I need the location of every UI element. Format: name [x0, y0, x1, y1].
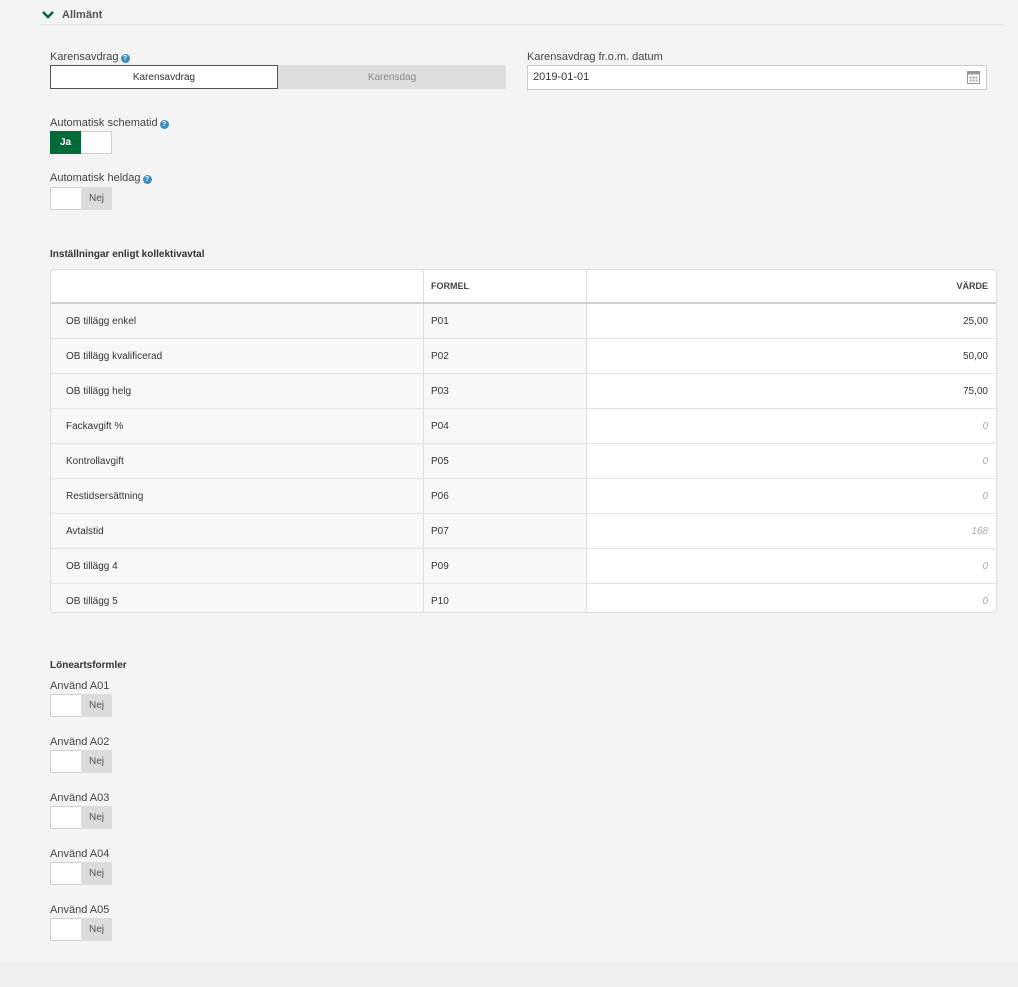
lonearts-toggle[interactable]: Nej — [50, 918, 112, 941]
row-name: Kontrollavgift — [51, 444, 424, 478]
lonearts-label: Använd A04 — [50, 848, 110, 860]
toggle-knob — [50, 806, 81, 829]
row-value-cell[interactable]: 25,00 — [587, 304, 996, 338]
table-row: Restidsersättning P06 0 — [51, 479, 996, 514]
help-icon[interactable]: ? — [120, 54, 130, 63]
table-row: Kontrollavgift P05 0 — [51, 444, 996, 479]
section-title: Allmänt — [62, 9, 103, 21]
row-value-cell[interactable]: 0 — [587, 444, 996, 478]
auto-schematid-toggle[interactable]: Ja — [50, 131, 112, 154]
row-name: OB tillägg 5 — [51, 584, 424, 612]
toggle-knob — [50, 187, 81, 210]
table-row: OB tillägg kvalificerad P02 50,00 — [51, 339, 996, 374]
column-header-formel: FORMEL — [424, 270, 587, 302]
lonearts-toggle[interactable]: Nej — [50, 694, 112, 717]
karens-date-input[interactable]: 2019-01-01 — [527, 65, 987, 90]
row-value-input[interactable]: 50,00 — [587, 351, 988, 362]
loneartsformler-heading: Löneartsformler — [50, 660, 127, 671]
table-row: OB tillägg 4 P09 0 — [51, 549, 996, 584]
toggle-knob — [50, 750, 81, 773]
segment-karensdag[interactable]: Karensdag — [278, 65, 506, 89]
row-formula: P07 — [424, 514, 587, 548]
auto-schematid-label-text: Automatisk schematid — [50, 117, 158, 129]
row-value-cell[interactable]: 75,00 — [587, 374, 996, 408]
row-value-input[interactable]: 168 — [587, 526, 988, 537]
toggle-knob — [50, 862, 81, 885]
row-value-cell[interactable]: 0 — [587, 584, 996, 612]
row-name: Avtalstid — [51, 514, 424, 548]
table-row: Fackavgift % P04 0 — [51, 409, 996, 444]
lonearts-label: Använd A02 — [50, 736, 110, 748]
column-header-name — [51, 270, 424, 302]
row-value-input[interactable]: 0 — [587, 561, 988, 572]
toggle-knob — [50, 694, 81, 717]
row-formula: P09 — [424, 549, 587, 583]
karensavdrag-label-text: Karensavdrag — [50, 51, 119, 63]
row-name: OB tillägg helg — [51, 374, 424, 408]
section-header-allmant[interactable]: Allmänt — [40, 8, 1005, 25]
row-formula: P04 — [424, 409, 587, 443]
auto-heldag-label: Automatisk heldag? — [50, 172, 152, 184]
row-formula: P05 — [424, 444, 587, 478]
toggle-off-label: Nej — [81, 694, 112, 717]
karens-date-label: Karensavdrag fr.o.m. datum — [527, 51, 663, 63]
lonearts-label: Använd A05 — [50, 904, 110, 916]
toggle-off-label: Nej — [81, 187, 112, 210]
table-row: OB tillägg enkel P01 25,00 — [51, 304, 996, 339]
toggle-on-label: Ja — [50, 131, 81, 154]
row-name: OB tillägg kvalificerad — [51, 339, 424, 373]
row-value-cell[interactable]: 0 — [587, 549, 996, 583]
toggle-off-label: Nej — [81, 862, 112, 885]
karensavdrag-segmented: Karensavdrag Karensdag — [50, 65, 506, 89]
table-row: OB tillägg helg P03 75,00 — [51, 374, 996, 409]
row-value-cell[interactable]: 50,00 — [587, 339, 996, 373]
lonearts-toggle[interactable]: Nej — [50, 806, 112, 829]
row-value-input[interactable]: 25,00 — [587, 316, 988, 327]
row-name: OB tillägg 4 — [51, 549, 424, 583]
kollektivavtal-heading: Inställningar enligt kollektivavtal — [50, 249, 205, 260]
lonearts-toggle[interactable]: Nej — [50, 750, 112, 773]
karens-date-value: 2019-01-01 — [533, 71, 590, 83]
row-name: OB tillägg enkel — [51, 304, 424, 338]
lonearts-label: Använd A03 — [50, 792, 110, 804]
auto-heldag-label-text: Automatisk heldag — [50, 172, 141, 184]
lonearts-toggle[interactable]: Nej — [50, 862, 112, 885]
row-formula: P03 — [424, 374, 587, 408]
row-formula: P02 — [424, 339, 587, 373]
lonearts-label: Använd A01 — [50, 680, 110, 692]
toggle-knob — [81, 131, 112, 154]
row-value-cell[interactable]: 0 — [587, 409, 996, 443]
row-value-cell[interactable]: 0 — [587, 479, 996, 513]
auto-heldag-toggle[interactable]: Nej — [50, 187, 112, 210]
table-header: FORMEL VÄRDE — [51, 270, 996, 304]
auto-schematid-label: Automatisk schematid? — [50, 117, 169, 129]
toggle-knob — [50, 918, 81, 941]
toggle-off-label: Nej — [81, 806, 112, 829]
table-body: OB tillägg enkel P01 25,00 OB tillägg kvali… — [51, 304, 996, 612]
row-name: Fackavgift % — [51, 409, 424, 443]
row-value-input[interactable]: 0 — [587, 596, 988, 607]
table-row: Avtalstid P07 168 — [51, 514, 996, 549]
chevron-down-icon — [42, 11, 54, 19]
toggle-off-label: Nej — [81, 750, 112, 773]
row-value-input[interactable]: 0 — [587, 491, 988, 502]
row-value-cell[interactable]: 168 — [587, 514, 996, 548]
row-name: Restidsersättning — [51, 479, 424, 513]
kollektivavtal-table: FORMEL VÄRDE OB tillägg enkel P01 25,00 OB … — [50, 269, 997, 613]
row-formula: P10 — [424, 584, 587, 612]
row-formula: P01 — [424, 304, 587, 338]
karensavdrag-label: Karensavdrag? — [50, 51, 130, 63]
bottom-bar — [0, 962, 1018, 987]
row-formula: P06 — [424, 479, 587, 513]
help-icon[interactable]: ? — [159, 120, 169, 129]
row-value-input[interactable]: 0 — [587, 456, 988, 467]
help-icon[interactable]: ? — [142, 175, 152, 184]
table-row: OB tillägg 5 P10 0 — [51, 584, 996, 612]
column-header-varde: VÄRDE — [956, 281, 988, 291]
row-value-input[interactable]: 0 — [587, 421, 988, 432]
row-value-input[interactable]: 75,00 — [587, 386, 988, 397]
segment-karensavdrag[interactable]: Karensavdrag — [50, 65, 278, 89]
calendar-icon[interactable] — [967, 70, 980, 84]
toggle-off-label: Nej — [81, 918, 112, 941]
